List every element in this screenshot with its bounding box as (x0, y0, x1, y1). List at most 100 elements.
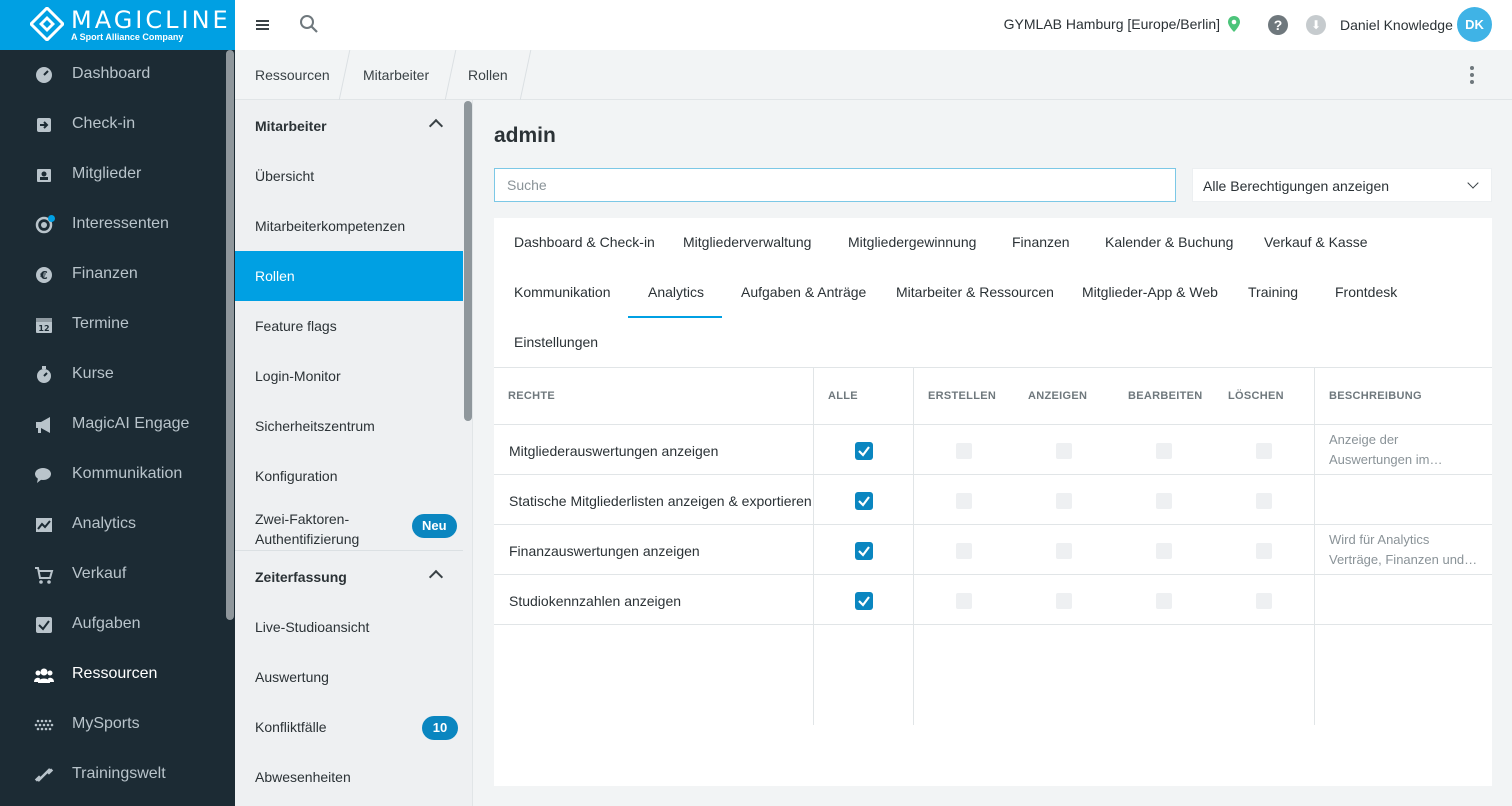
nav-item-dashboard[interactable]: Dashboard (0, 50, 235, 100)
sub-item-live-studio[interactable]: Live-Studioansicht (235, 602, 463, 652)
download-icon[interactable]: ⬇ (1306, 15, 1326, 35)
sub-item-label: Sicherheitszentrum (255, 418, 375, 434)
breadcrumb-divider (444, 50, 457, 100)
description-line1: Wird für Analytics (1329, 532, 1430, 547)
conflict-count-badge: 10 (422, 716, 458, 740)
create-checkbox[interactable] (956, 593, 972, 609)
sub-item-absences[interactable]: Abwesenheiten (235, 752, 463, 802)
column-divider (813, 368, 814, 725)
sub-item-evaluation[interactable]: Auswertung (235, 652, 463, 702)
sub-item-security-center[interactable]: Sicherheitszentrum (235, 401, 463, 451)
nav-item-label: Mitglieder (72, 165, 142, 182)
sub-item-roles[interactable]: Rollen (235, 251, 463, 301)
nav-item-leads[interactable]: Interessenten (0, 200, 235, 250)
view-checkbox[interactable] (1056, 543, 1072, 559)
tab-analytics[interactable]: Analytics (628, 268, 722, 318)
sub-item-conflicts[interactable]: Konfliktfälle 10 (235, 702, 463, 752)
all-checkbox-checked[interactable] (855, 492, 873, 510)
create-checkbox[interactable] (956, 443, 972, 459)
nav-item-label: Check-in (72, 115, 136, 132)
nav-item-mysports[interactable]: MySports (0, 700, 235, 750)
user-name[interactable]: Daniel Knowledge (1340, 17, 1453, 33)
view-checkbox[interactable] (1056, 443, 1072, 459)
sub-item-label: Mitarbeiterkompetenzen (255, 218, 406, 234)
delete-checkbox[interactable] (1256, 493, 1272, 509)
delete-checkbox[interactable] (1256, 443, 1272, 459)
sub-item-competencies[interactable]: Mitarbeiterkompetenzen (235, 201, 463, 251)
sub-item-feature-flags[interactable]: Feature flags (235, 301, 463, 351)
avatar[interactable]: DK (1457, 7, 1492, 42)
sub-item-login-monitor[interactable]: Login-Monitor (235, 351, 463, 401)
view-checkbox[interactable] (1056, 493, 1072, 509)
tab-label: Kommunikation (514, 284, 611, 300)
delete-checkbox[interactable] (1256, 543, 1272, 559)
permission-filter-select[interactable]: Alle Berechtigungen anzeigen (1192, 168, 1492, 202)
view-checkbox[interactable] (1056, 593, 1072, 609)
studio-selector[interactable]: GYMLAB Hamburg [Europe/Berlin] (1004, 16, 1220, 32)
tab-label: Aufgaben & Anträge (741, 284, 867, 300)
all-checkbox-checked[interactable] (855, 542, 873, 560)
nav-item-trainingswelt[interactable]: Trainingswelt (0, 750, 235, 800)
create-checkbox[interactable] (956, 493, 972, 509)
tab-label: Finanzen (1012, 234, 1070, 250)
members-icon (37, 169, 51, 182)
tab-label: Mitgliedergewinnung (848, 234, 977, 250)
chat-icon (35, 468, 51, 483)
nav-item-finances[interactable]: € Finanzen (0, 250, 235, 300)
more-options-icon[interactable] (1469, 66, 1475, 86)
sub-item-label-line1: Zwei-Faktoren- (255, 511, 350, 527)
tab-label: Mitarbeiter & Ressourcen (896, 284, 1054, 300)
row-divider (494, 574, 1492, 575)
breadcrumb: Ressourcen Mitarbeiter Rollen (235, 50, 1512, 100)
sub-item-label: Auswertung (255, 669, 329, 685)
nav-item-label: Kurse (72, 365, 114, 382)
edit-checkbox[interactable] (1156, 443, 1172, 459)
nav-item-label: Interessenten (72, 215, 169, 232)
nav-item-sales[interactable]: Verkauf (0, 550, 235, 600)
sidebar-scrollbar[interactable] (226, 50, 234, 620)
sub-item-overview[interactable]: Übersicht (235, 151, 463, 201)
location-pin-icon (1228, 16, 1240, 32)
sub-item-configuration[interactable]: Konfiguration (235, 451, 463, 501)
search-icon[interactable] (299, 14, 319, 34)
nav-item-analytics[interactable]: Analytics (0, 500, 235, 550)
breadcrumb-item-resources[interactable]: Ressourcen (255, 67, 330, 83)
svg-text:€: € (39, 269, 48, 282)
column-divider (913, 368, 914, 725)
column-header-rights: RECHTE (508, 390, 556, 402)
column-header-edit: BEARBEITEN (1128, 390, 1203, 402)
nav-item-communication[interactable]: Kommunikation (0, 450, 235, 500)
delete-checkbox[interactable] (1256, 593, 1272, 609)
section-title: Mitarbeiter (255, 118, 327, 134)
permission-label: Mitgliederauswertungen anzeigen (509, 443, 719, 459)
hamburger-menu-icon[interactable] (255, 15, 271, 35)
nav-item-resources[interactable]: Ressourcen (0, 650, 235, 700)
nav-item-courses[interactable]: Kurse (0, 350, 235, 400)
edit-checkbox[interactable] (1156, 543, 1172, 559)
nav-item-check-in[interactable]: Check-in (0, 100, 235, 150)
section-header-employees[interactable]: Mitarbeiter (235, 101, 463, 151)
section-header-time-tracking[interactable]: Zeiterfassung (235, 552, 463, 602)
edit-checkbox[interactable] (1156, 593, 1172, 609)
breadcrumb-item-roles[interactable]: Rollen (468, 67, 508, 83)
create-checkbox[interactable] (956, 543, 972, 559)
all-checkbox-checked[interactable] (855, 442, 873, 460)
sub-item-two-factor-auth[interactable]: Zwei-Faktoren- Authentifizierung Neu (235, 501, 463, 551)
breadcrumb-item-employees[interactable]: Mitarbeiter (363, 67, 429, 83)
tab-label: Mitglieder-App & Web (1082, 284, 1218, 300)
nav-item-members[interactable]: Mitglieder (0, 150, 235, 200)
notification-dot (48, 215, 55, 222)
brand-logo[interactable]: MAGICLINE A Sport Alliance Company (0, 0, 235, 50)
permission-description: Wird für Analytics Verträge, Finanzen und… (1329, 530, 1484, 570)
all-checkbox-checked[interactable] (855, 592, 873, 610)
edit-checkbox[interactable] (1156, 493, 1172, 509)
submenu-scrollbar[interactable] (464, 101, 472, 421)
dots-grid-icon (34, 719, 54, 731)
help-icon[interactable]: ? (1268, 15, 1288, 35)
search-input[interactable] (494, 168, 1176, 202)
page-title: admin (494, 124, 556, 147)
nav-item-tasks[interactable]: Aufgaben (0, 600, 235, 650)
tab-label: Einstellungen (514, 334, 599, 350)
nav-item-appointments[interactable]: 12 Termine (0, 300, 235, 350)
nav-item-magicai-engage[interactable]: MagicAI Engage (0, 400, 235, 450)
